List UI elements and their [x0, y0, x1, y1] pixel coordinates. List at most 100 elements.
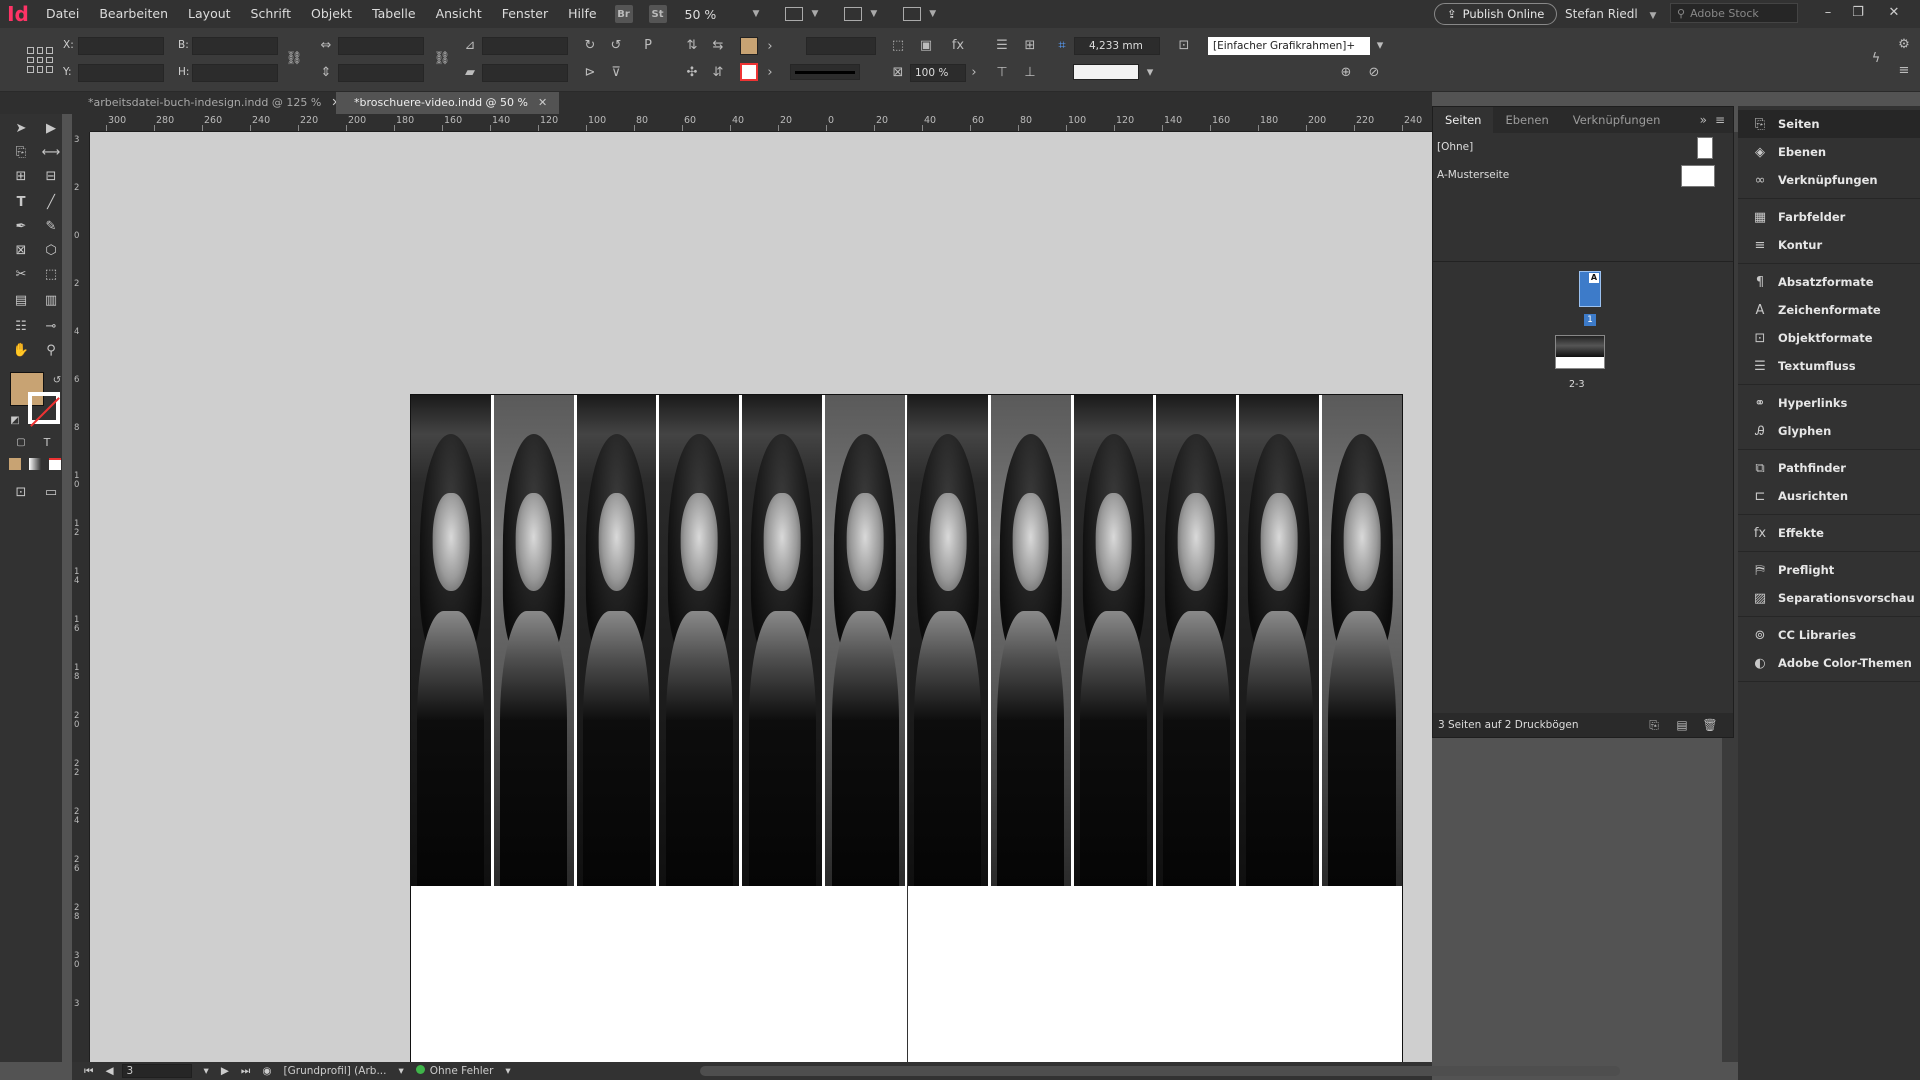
dock-kontur[interactable]: ≡ Kontur	[1738, 231, 1920, 259]
profile-chevron-down-icon[interactable]: ▾	[398, 1065, 403, 1077]
formatting-container-icon[interactable]: ▢	[10, 432, 32, 452]
normal-view-icon[interactable]: ⊡	[10, 482, 32, 502]
constrain-proportions-icon[interactable]: ⛓	[286, 50, 303, 66]
master-a-thumbnail[interactable]	[1681, 165, 1715, 187]
constrain-scale-icon[interactable]: ⛓	[434, 50, 451, 66]
first-page-icon[interactable]: ⏮	[84, 1065, 93, 1078]
master-none-thumbnail[interactable]	[1697, 137, 1713, 159]
text-wrap-icon[interactable]: ☰	[994, 37, 1010, 53]
preflight-status[interactable]: Ohne Fehler	[415, 1065, 493, 1077]
reference-point-icon[interactable]	[27, 47, 53, 73]
page-size-icon[interactable]: ⎘	[1647, 718, 1661, 732]
menu-schrift[interactable]: Schrift	[241, 0, 301, 28]
user-menu[interactable]: Stefan Riedl ▼	[1565, 0, 1664, 30]
fit-content-icon[interactable]: ▣	[918, 37, 934, 53]
swap-colors-icon[interactable]: ↺	[46, 370, 68, 390]
page-chevron-down-icon[interactable]: ▾	[204, 1065, 209, 1077]
screen-mode-icon[interactable]	[844, 7, 863, 21]
gradient-tool-icon[interactable]: ▤	[10, 290, 32, 310]
shear-field[interactable]	[482, 64, 568, 82]
scale-percent-field[interactable]: 100 %	[910, 64, 966, 82]
width-field[interactable]	[192, 37, 278, 55]
stroke-color-swatch[interactable]	[28, 392, 60, 424]
menu-fenster[interactable]: Fenster	[492, 0, 558, 28]
menu-datei[interactable]: Datei	[36, 0, 89, 28]
flip-vertical-icon[interactable]: ⊽	[608, 64, 624, 80]
stroke-type-dropdown[interactable]	[790, 64, 860, 80]
menu-objekt[interactable]: Objekt	[301, 0, 362, 28]
content-placer-icon[interactable]: ⊟	[40, 166, 62, 186]
hand-tool-icon[interactable]: ✋	[10, 340, 32, 360]
stroke-weight-dropdown[interactable]	[806, 37, 876, 55]
dock-pathfinder[interactable]: ⧉ Pathfinder	[1738, 454, 1920, 482]
wrap-around-icon[interactable]: ⊞	[1022, 37, 1038, 53]
dock-seiten[interactable]: ⎘ Seiten	[1738, 110, 1920, 138]
close-icon[interactable]: ✕	[538, 96, 547, 109]
stock-search-input[interactable]: ⚲ Adobe Stock	[1670, 3, 1798, 23]
direct-selection-tool-icon[interactable]: ▶	[40, 118, 62, 138]
select-container-icon[interactable]: P	[640, 37, 656, 53]
dock-ausrichten[interactable]: ⊏ Ausrichten	[1738, 482, 1920, 510]
y-position-field[interactable]	[78, 64, 164, 82]
effects-fx-icon[interactable]: fx	[950, 37, 966, 53]
height-field[interactable]	[192, 64, 278, 82]
next-page-icon[interactable]: ▶	[221, 1065, 229, 1077]
publish-online-button[interactable]: ⇪ Publish Online	[1434, 3, 1558, 25]
stock-button[interactable]: St	[648, 5, 667, 23]
pencil-tool-icon[interactable]: ✎	[40, 216, 62, 236]
type-tool-icon[interactable]: T	[10, 192, 32, 212]
selection-tool-icon[interactable]: ➤	[10, 118, 32, 138]
open-page-icon[interactable]: ◉	[262, 1065, 271, 1077]
view-chevron-down-icon[interactable]: ▼	[811, 9, 818, 19]
zoom-tool-icon[interactable]: ⚲	[40, 340, 62, 360]
tab-broschuere[interactable]: *broschuere-video.indd @ 50 % ✕	[336, 92, 560, 114]
tab-verknuepfungen[interactable]: Verknüpfungen	[1561, 107, 1673, 133]
dock-hyperlinks[interactable]: ⚭ Hyperlinks	[1738, 389, 1920, 417]
arrange-documents-icon[interactable]	[903, 7, 922, 21]
rotate-cw-icon[interactable]: ↻	[582, 37, 598, 53]
tab-seiten[interactable]: Seiten	[1433, 107, 1494, 133]
page-tool-icon[interactable]: ⎘	[10, 142, 32, 162]
dock-adobe-color-themen[interactable]: ◐ Adobe Color-Themen	[1738, 649, 1920, 677]
scale-x-field[interactable]	[338, 37, 424, 55]
collapse-panel-icon[interactable]: »	[1700, 113, 1715, 127]
minimize-icon[interactable]: –	[1812, 0, 1844, 24]
horizontal-ruler[interactable]: 300 280 260 240 220 200 180 160 140 120 100 80 60 40 2…	[90, 114, 1432, 132]
fill-chevron-right-icon[interactable]: ›	[762, 38, 778, 54]
zoom-level[interactable]: 50 %	[685, 7, 745, 22]
menu-bearbeiten[interactable]: Bearbeiten	[89, 0, 178, 28]
frame-fitting-icon[interactable]: ⬚	[890, 37, 906, 53]
lightning-icon[interactable]: ϟ	[1868, 50, 1884, 66]
zoom-chevron-down-icon[interactable]: ▼	[753, 9, 760, 19]
preview-mode-icon[interactable]: ▭	[40, 482, 62, 502]
menu-tabelle[interactable]: Tabelle	[362, 0, 426, 28]
last-page-icon[interactable]: ⏭	[241, 1065, 250, 1078]
dock-objektformate[interactable]: ⊡ Objektformate	[1738, 324, 1920, 352]
close-window-icon[interactable]: ✕	[1878, 0, 1910, 24]
scale-chevron-right-icon[interactable]: ›	[966, 64, 982, 80]
page-number-field[interactable]: 3	[121, 1064, 192, 1078]
panel-menu-icon[interactable]: ≡	[1896, 62, 1912, 78]
previous-page-icon[interactable]: ◀	[105, 1065, 113, 1077]
page-spread[interactable]	[410, 394, 1403, 1080]
gap-tool-icon[interactable]: ⟷	[40, 142, 62, 162]
pen-tool-icon[interactable]: ✒	[10, 216, 32, 236]
arrange-chevron-down-icon[interactable]: ▼	[929, 9, 936, 19]
tab-arbeitsdatei[interactable]: *arbeitsdatei-buch-indesign.indd @ 125 %…	[70, 92, 353, 114]
rotate-ccw-icon[interactable]: ↺	[608, 37, 624, 53]
spread-2-3-thumbnail[interactable]	[1555, 335, 1605, 369]
master-none-label[interactable]: [Ohne]	[1437, 141, 1473, 153]
panel-menu-icon[interactable]: ≡	[1715, 113, 1733, 127]
gear-icon[interactable]: ⚙	[1896, 36, 1912, 52]
ruler-origin[interactable]	[72, 114, 90, 132]
formatting-text-icon[interactable]: T	[36, 432, 58, 452]
apply-none-icon[interactable]	[44, 454, 66, 474]
free-transform-tool-icon[interactable]: ⬚	[40, 264, 62, 284]
stroke-weight-field[interactable]: 4,233 mm	[1074, 37, 1160, 55]
horizontal-scrollbar[interactable]	[700, 1066, 1620, 1076]
line-tool-icon[interactable]: ╱	[40, 192, 62, 212]
tab-ebenen[interactable]: Ebenen	[1493, 107, 1560, 133]
master-a-label[interactable]: A-Musterseite	[1437, 169, 1509, 181]
view-options-icon[interactable]	[785, 7, 804, 21]
polygon-tool-icon[interactable]: ⬡	[40, 240, 62, 260]
